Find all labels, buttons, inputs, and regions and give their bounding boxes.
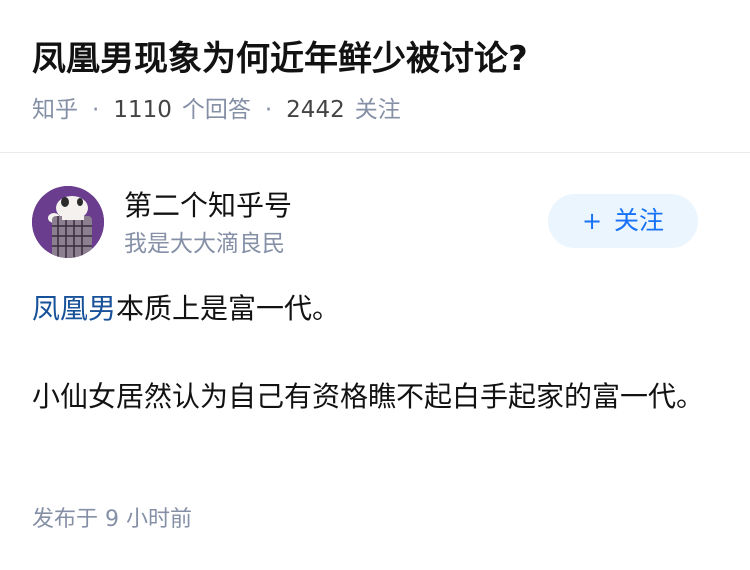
follower-count: 2442 (286, 97, 345, 123)
source-label[interactable]: 知乎 (32, 97, 78, 123)
publish-time: 发布于 9 小时前 (32, 507, 192, 532)
keyword-link[interactable]: 凤凰男 (32, 292, 116, 325)
meta-separator: · (92, 97, 100, 123)
follower-count-label: 关注 (354, 97, 401, 123)
question-header: 凤凰男现象为何近年鲜少被讨论? 知乎 · 1110 个回答 · 2442 关注 (0, 0, 750, 153)
follow-button[interactable]: + 关注 (548, 194, 698, 248)
question-title[interactable]: 凤凰男现象为何近年鲜少被讨论? (32, 34, 528, 84)
answer-paragraph: 凤凰男本质上是富一代。 (32, 286, 718, 332)
author-bio: 我是大大滴良民 (124, 231, 285, 257)
answer-text: 本质上是富一代。 (116, 292, 341, 325)
question-meta: 知乎 · 1110 个回答 · 2442 关注 (32, 92, 401, 128)
answer-count-label: 个回答 (181, 97, 251, 123)
answer-count: 1110 (113, 97, 172, 123)
avatar[interactable] (32, 186, 104, 258)
avatar-cartoon-icon (32, 186, 104, 258)
author-name[interactable]: 第二个知乎号 (124, 186, 292, 226)
meta-separator: · (264, 97, 273, 123)
answer-paragraph: 小仙女居然认为自己有资格瞧不起白手起家的富一代。 (32, 380, 705, 413)
plus-icon: + (581, 207, 603, 235)
answer-body: 凤凰男本质上是富一代。 小仙女居然认为自己有资格瞧不起白手起家的富一代。 (32, 286, 718, 420)
follow-button-label: 关注 (614, 206, 665, 235)
